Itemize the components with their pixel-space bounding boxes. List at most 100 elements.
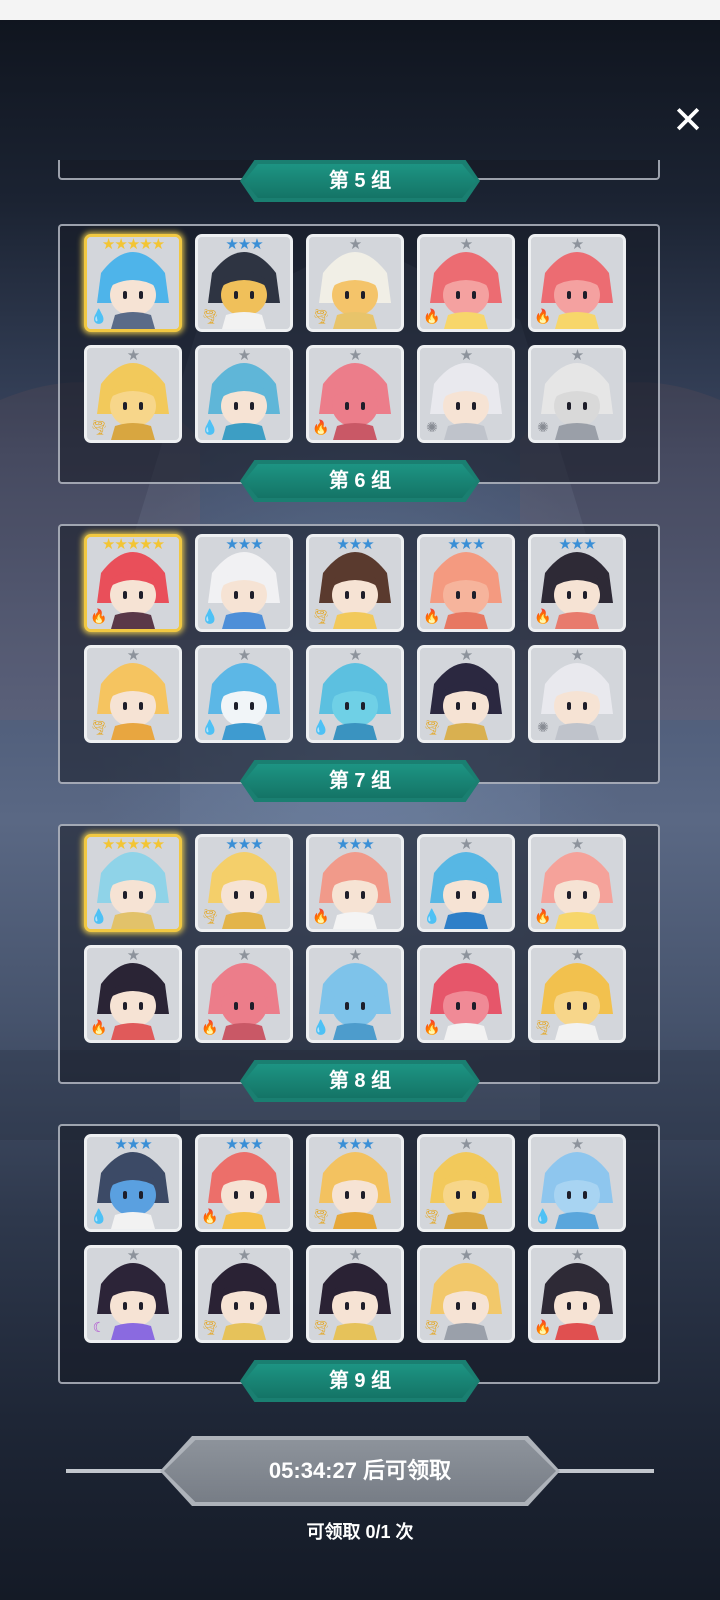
star-rating: ★★★ [225,235,263,253]
hero-card[interactable]: ★ 💧 [306,645,404,743]
hero-card[interactable]: ★ ✺ [528,345,626,443]
hero-card[interactable]: ★★★★★ 💧 [84,834,182,932]
hero-card[interactable]: ★ 🌪 [528,945,626,1043]
hero-card[interactable]: ★★★ 💧 [84,1134,182,1232]
fire-element-icon: 🔥 [534,309,552,325]
water-element-icon: 💧 [90,309,108,325]
hero-card[interactable]: ★ 🔥 [528,834,626,932]
star-rating: ★ [348,235,362,253]
star-rating: ★★★ [114,1135,152,1153]
water-element-icon: 💧 [201,609,219,625]
star-rating: ★ [126,1246,140,1264]
group-title-banner: 第 9 组 [240,1360,480,1402]
wind-element-icon: 🌪 [312,1209,330,1225]
hero-card[interactable]: ★★★ 🔥 [528,534,626,632]
group-list[interactable]: ★★★★★ 💧 ★★★ 🌪 ★ 🌪 ★ 🔥 ★ 🔥 ★ 🌪 ★ 💧 ★ 🔥 ★ ✺ ★ ✺ 第 5 组 ★★★★★ 🔥 ★★★… [0,160,720,1410]
star-rating: ★ [237,646,251,664]
star-rating: ★ [459,835,473,853]
hero-card[interactable]: ★ 🌪 [417,645,515,743]
group-title: 第 5 组 [244,164,476,198]
water-element-icon: 💧 [201,720,219,736]
water-element-icon: 💧 [534,1209,552,1225]
hero-card[interactable]: ★★★ 🌪 [306,534,404,632]
hero-card[interactable]: ★ 🌪 [417,1134,515,1232]
hero-card[interactable]: ★★★ 🔥 [417,534,515,632]
fire-element-icon: 🔥 [534,1320,552,1336]
hero-card[interactable]: ★ 🔥 [528,234,626,332]
hero-card[interactable]: ★ ✺ [417,345,515,443]
hero-card[interactable]: ★★★ 🌪 [195,834,293,932]
hero-card[interactable]: ★ 💧 [195,345,293,443]
group-title: 第 7 组 [244,764,476,798]
fire-element-icon: 🔥 [423,1020,441,1036]
star-rating: ★ [570,1135,584,1153]
wind-element-icon: 🌪 [423,1209,441,1225]
hero-card[interactable]: ★ 💧 [306,945,404,1043]
star-rating: ★ [570,946,584,964]
star-rating: ★ [237,1246,251,1264]
hero-card[interactable]: ★ ✺ [528,645,626,743]
star-rating: ★ [570,646,584,664]
hero-card[interactable]: ★★★ 🔥 [195,1134,293,1232]
hero-card[interactable]: ★ 🌪 [306,1245,404,1343]
hero-card[interactable]: ★ 🔥 [417,945,515,1043]
wind-element-icon: 🌪 [90,720,108,736]
hero-card[interactable]: ★★★ 🌪 [195,234,293,332]
hero-card[interactable]: ★ 🌪 [195,1245,293,1343]
hero-card[interactable]: ★ 🌪 [306,234,404,332]
light-element-icon: ✺ [426,420,438,436]
divider-right [544,1469,654,1473]
hero-card[interactable]: ★ ☾ [84,1245,182,1343]
wind-element-icon: 🌪 [201,1320,219,1336]
water-element-icon: 💧 [90,909,108,925]
star-rating: ★★★★★ [101,835,165,853]
star-rating: ★ [348,346,362,364]
hero-card[interactable]: ★ 🔥 [195,945,293,1043]
hero-card[interactable]: ★ 💧 [195,645,293,743]
hero-card[interactable]: ★★★ 🌪 [306,1134,404,1232]
dark-element-icon: ☾ [92,1320,106,1336]
hero-card[interactable]: ★ 💧 [528,1134,626,1232]
hero-card[interactable]: ★ 🔥 [306,345,404,443]
close-button[interactable]: ✕ [668,100,708,140]
star-rating: ★ [237,346,251,364]
star-rating: ★ [459,946,473,964]
water-element-icon: 💧 [312,720,330,736]
fire-element-icon: 🔥 [201,1020,219,1036]
group-title-banner: 第 5 组 [240,160,480,202]
star-rating: ★ [237,946,251,964]
hero-card[interactable]: ★ 🌪 [84,345,182,443]
star-rating: ★★★ [225,535,263,553]
hero-card[interactable]: ★ 🔥 [417,234,515,332]
claim-button[interactable]: 05:34:27 后可领取 [160,1436,560,1506]
star-rating: ★ [570,346,584,364]
hero-card[interactable]: ★ 🔥 [528,1245,626,1343]
star-rating: ★ [126,346,140,364]
star-rating: ★★★ [336,835,374,853]
star-rating: ★★★ [225,835,263,853]
group-title-banner: 第 7 组 [240,760,480,802]
fire-element-icon: 🔥 [201,1209,219,1225]
hero-card[interactable]: ★ 🔥 [84,945,182,1043]
divider-left [66,1469,176,1473]
star-rating: ★ [570,1246,584,1264]
light-element-icon: ✺ [537,420,549,436]
hero-card[interactable]: ★★★★★ 🔥 [84,534,182,632]
group-title-banner: 第 6 组 [240,460,480,502]
wind-element-icon: 🌪 [201,909,219,925]
star-rating: ★ [459,346,473,364]
star-rating: ★ [459,1135,473,1153]
wind-element-icon: 🌪 [423,1320,441,1336]
group-title: 第 6 组 [244,464,476,498]
claim-bar: 05:34:27 后可领取 [66,1436,654,1508]
claim-button-label: 05:34:27 后可领取 [164,1440,556,1502]
hero-card[interactable]: ★ 🌪 [417,1245,515,1343]
star-rating: ★ [126,946,140,964]
hero-card[interactable]: ★ 🌪 [84,645,182,743]
star-rating: ★ [126,646,140,664]
hero-card[interactable]: ★ 💧 [417,834,515,932]
hero-card[interactable]: ★★★ 🔥 [306,834,404,932]
hero-card[interactable]: ★★★ 💧 [195,534,293,632]
hero-card[interactable]: ★★★★★ 💧 [84,234,182,332]
wind-element-icon: 🌪 [423,720,441,736]
